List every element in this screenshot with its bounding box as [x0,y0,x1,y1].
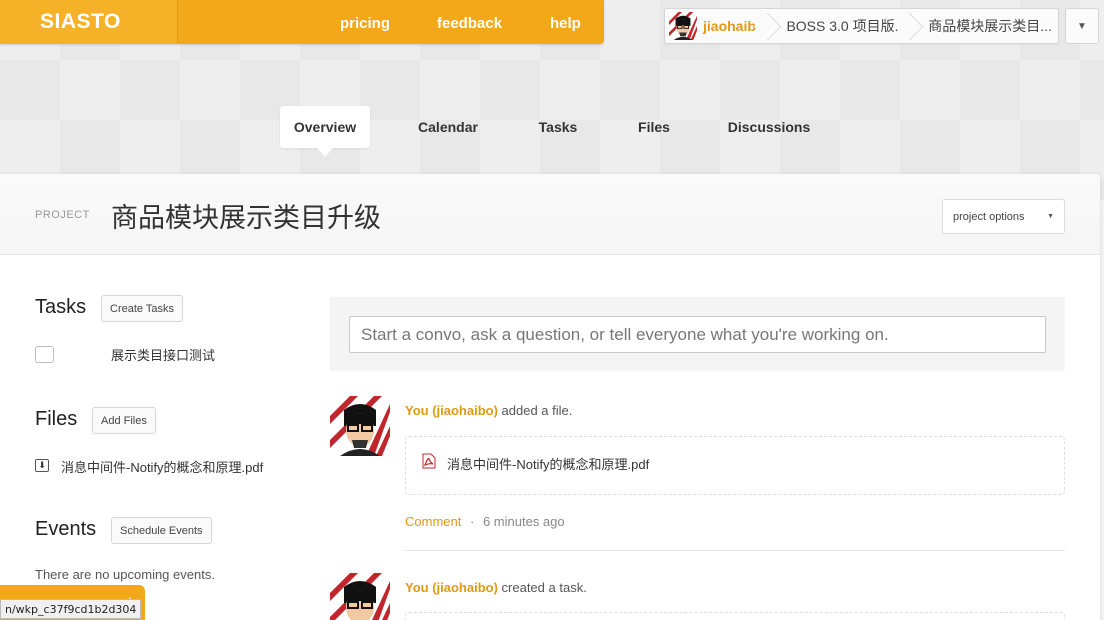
download-icon: ⬇ [35,459,49,472]
feed-activity-text: You (jiaohaibo) added a file. [405,403,572,418]
breadcrumb-dropdown-button[interactable]: ▼ [1065,8,1099,44]
feed-activity-text: You (jiaohaibo) created a task. [405,580,587,595]
feed-divider [405,550,1065,551]
add-files-button[interactable]: Add Files [92,407,156,434]
breadcrumb-user-label: jiaohaibo [703,18,765,34]
breadcrumb-project-group[interactable]: BOSS 3.0 项目版... [772,9,914,43]
caret-down-icon: ▼ [1047,213,1054,220]
tab-calendar[interactable]: Calendar [405,106,491,148]
nav-feedback-link[interactable]: feedback [437,15,502,32]
no-events-text: There are no upcoming events. [35,567,215,582]
browser-status-url: n/wkp_c37f9cd1b2d304 [0,599,142,619]
project-label: PROJECT [35,209,90,221]
meta-separator: · [469,514,475,529]
nav-pricing-link[interactable]: pricing [340,15,390,32]
schedule-events-button[interactable]: Schedule Events [111,517,212,544]
feed-timestamp: 6 minutes ago [482,514,565,529]
feed-meta: Comment · 6 minutes ago [405,514,565,529]
pdf-icon [422,453,436,469]
breadcrumb-project[interactable]: 商品模块展示类目... [914,9,1060,43]
project-options-dropdown[interactable]: project options ▼ [942,199,1065,234]
composer-input[interactable] [349,316,1046,353]
create-tasks-button[interactable]: Create Tasks [101,295,183,322]
app-logo[interactable]: SIASTO [0,0,178,44]
project-options-label: project options [953,210,1025,223]
feed-action-text: created a task. [497,580,587,595]
breadcrumb: jiaohaibo BOSS 3.0 项目版... 商品模块展示类目... [664,8,1059,44]
composer-box [330,297,1065,371]
tasks-section-title: Tasks [35,296,87,318]
tab-discussions[interactable]: Discussions [722,106,816,148]
file-item-link[interactable]: 消息中间件-Notify的概念和原理.pdf [61,457,263,476]
tab-overview[interactable]: Overview [280,106,370,157]
project-header: PROJECT 商品模块展示类目升级 project options ▼ [0,174,1100,255]
feed-attachment: 消息中间件-Notify的概念和原理.pdf [405,436,1065,495]
task-checkbox[interactable] [35,346,54,363]
files-section-title: Files [35,408,78,430]
project-panel: PROJECT 商品模块展示类目升级 project options ▼ [0,174,1100,620]
attachment-file-link[interactable]: 消息中间件-Notify的概念和原理.pdf [447,454,649,473]
chevron-down-icon: ▼ [1077,20,1087,32]
events-section-title: Events [35,518,97,540]
feed-avatar[interactable] [330,573,390,620]
breadcrumb-user[interactable]: jiaohaibo [665,9,772,43]
comment-link[interactable]: Comment [405,514,461,529]
feed-action-text: added a file. [497,403,573,418]
user-avatar [669,12,697,40]
tab-tasks[interactable]: Tasks [530,106,586,148]
top-nav-bar: SIASTO pricing feedback help [0,0,604,44]
nav-help-link[interactable]: help [550,15,581,32]
task-item-label[interactable]: 展示类目接口测试 [111,345,215,364]
project-title: 商品模块展示类目升级 [111,203,381,233]
feed-actor-link[interactable]: You (jiaohaibo) [405,580,498,595]
feed-actor-link[interactable]: You (jiaohaibo) [405,403,498,418]
feed-attachment [405,612,1065,620]
feed-avatar[interactable] [330,396,390,456]
tab-files[interactable]: Files [627,106,681,148]
